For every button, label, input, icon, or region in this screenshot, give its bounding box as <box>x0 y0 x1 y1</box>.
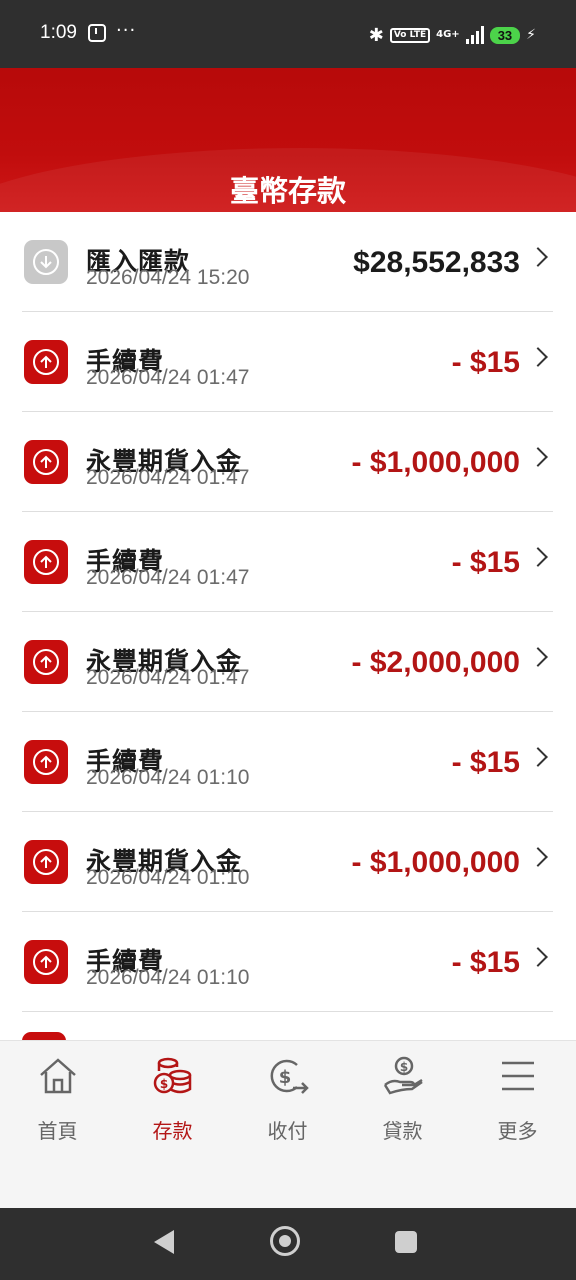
transaction-datetime: 2026/04/24 01:47 <box>86 666 250 689</box>
transaction-row[interactable]: 永豐期貨入金 2026/04/24 01:10 - $1,000,000 <box>22 812 553 912</box>
nav-payments-label: 收付 <box>267 1119 308 1143</box>
nav-deposit-label: 存款 <box>152 1119 193 1143</box>
chevron-right-icon <box>528 447 548 467</box>
outgoing-arrow-icon <box>24 540 68 584</box>
transaction-row[interactable]: 手續費 2026/04/24 01:47 - $15 <box>22 512 553 612</box>
transaction-amount: - $2,000,000 <box>351 646 520 679</box>
outgoing-arrow-icon <box>24 840 68 884</box>
transaction-amount: $28,552,833 <box>353 246 520 279</box>
page-title: 臺幣存款 <box>229 174 346 208</box>
chevron-right-icon <box>528 747 548 767</box>
transaction-datetime: 2026/04/24 01:47 <box>86 366 250 389</box>
nav-more[interactable]: 更多 <box>460 1051 575 1151</box>
next-row-icon-partial <box>22 1032 66 1040</box>
transaction-datetime: 2026/04/24 01:10 <box>86 866 250 889</box>
transaction-row[interactable]: 永豐期貨入金 2026/04/24 01:47 - $1,000,000 <box>22 412 553 512</box>
signal-icon <box>465 26 484 44</box>
transaction-row[interactable]: 手續費 2026/04/24 01:10 - $15 <box>22 912 553 1012</box>
transaction-datetime: 2026/04/24 01:47 <box>86 466 250 489</box>
svg-text:$: $ <box>400 1060 408 1074</box>
home-icon <box>40 1058 76 1094</box>
chevron-right-icon <box>528 947 548 967</box>
transaction-amount: - $15 <box>451 546 520 579</box>
home-circle-icon[interactable] <box>270 1226 300 1256</box>
system-nav-bar <box>0 1208 576 1280</box>
transaction-amount: - $1,000,000 <box>351 846 520 879</box>
status-bar: 1:09 ··· ✱ Vo LTE 4G+ 33 ⚡ <box>0 0 576 68</box>
battery-level: 33 <box>489 26 521 44</box>
outgoing-arrow-icon <box>24 940 68 984</box>
charging-icon: ⚡ <box>526 27 536 43</box>
menu-icon <box>502 1061 534 1091</box>
transaction-amount: - $15 <box>451 746 520 779</box>
transaction-datetime: 2026/04/24 01:10 <box>86 966 250 989</box>
outgoing-arrow-icon <box>24 740 68 784</box>
bluetooth-icon: ✱ <box>368 24 384 46</box>
nav-home-label: 首頁 <box>37 1119 78 1143</box>
transaction-amount: - $15 <box>451 346 520 379</box>
more-notifications-icon: ··· <box>116 20 137 41</box>
back-icon[interactable] <box>154 1230 174 1254</box>
svg-text:$: $ <box>279 1067 292 1088</box>
dollar-transfer-icon: $ <box>270 1059 309 1094</box>
transaction-amount: - $15 <box>451 946 520 979</box>
loan-hand-icon: $ <box>383 1056 423 1095</box>
chevron-right-icon <box>528 347 548 367</box>
chevron-right-icon <box>528 247 548 267</box>
transaction-datetime: 2026/04/24 15:20 <box>86 266 250 289</box>
status-indicators: ✱ Vo LTE 4G+ 33 ⚡ <box>369 22 536 48</box>
incoming-arrow-icon <box>24 240 68 284</box>
nav-deposit[interactable]: $ 存款 <box>115 1051 230 1151</box>
volte-badge: Vo LTE <box>389 27 431 43</box>
bottom-nav: 首頁 $ 存款 $ 收付 $ 貸款 更多 <box>0 1040 576 1209</box>
transaction-list[interactable]: 匯入匯款 2026/04/24 15:20 $28,552,833 手續費 20… <box>0 212 576 1040</box>
watch-icon <box>88 24 106 42</box>
transaction-row[interactable]: 永豐期貨入金 2026/04/24 01:47 - $2,000,000 <box>22 612 553 712</box>
outgoing-arrow-icon <box>24 340 68 384</box>
chevron-right-icon <box>528 647 548 667</box>
transaction-amount: - $1,000,000 <box>351 446 520 479</box>
network-type: 4G+ <box>436 29 460 40</box>
status-time: 1:09 <box>40 22 77 43</box>
transaction-datetime: 2026/04/24 01:47 <box>86 566 250 589</box>
transaction-row[interactable]: 手續費 2026/04/24 01:47 - $15 <box>22 312 553 412</box>
nav-home[interactable]: 首頁 <box>0 1051 115 1151</box>
outgoing-arrow-icon <box>24 640 68 684</box>
transaction-row[interactable]: 匯入匯款 2026/04/24 15:20 $28,552,833 <box>22 212 553 312</box>
nav-loans-label: 貸款 <box>382 1119 423 1143</box>
nav-payments[interactable]: $ 收付 <box>230 1051 345 1151</box>
transaction-row[interactable]: 手續費 2026/04/24 01:10 - $15 <box>22 712 553 812</box>
nav-more-label: 更多 <box>497 1119 538 1143</box>
nav-loans[interactable]: $ 貸款 <box>345 1051 460 1151</box>
chevron-right-icon <box>528 847 548 867</box>
recent-apps-icon[interactable] <box>395 1231 417 1253</box>
coins-icon: $ <box>153 1057 192 1094</box>
outgoing-arrow-icon <box>24 440 68 484</box>
chevron-right-icon <box>528 547 548 567</box>
transaction-datetime: 2026/04/24 01:10 <box>86 766 250 789</box>
page-header: 臺幣存款 <box>0 68 576 212</box>
svg-text:$: $ <box>160 1077 168 1091</box>
